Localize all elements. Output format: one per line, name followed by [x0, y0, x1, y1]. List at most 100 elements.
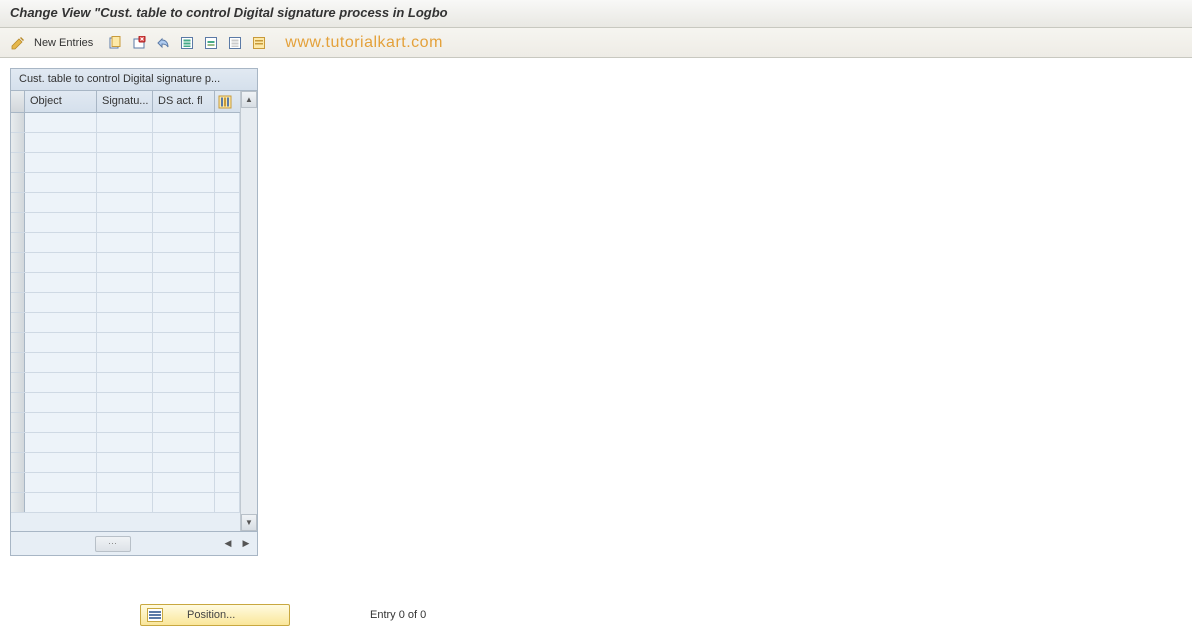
configuration-icon[interactable] — [249, 33, 269, 53]
column-header-object[interactable]: Object — [25, 91, 97, 112]
cell-ds-act[interactable] — [153, 453, 215, 472]
cell-signature[interactable] — [97, 333, 153, 352]
cell-object[interactable] — [25, 133, 97, 152]
deselect-all-icon[interactable] — [225, 33, 245, 53]
row-selector[interactable] — [11, 173, 25, 192]
cell-ds-act[interactable] — [153, 193, 215, 212]
vertical-scrollbar[interactable]: ▲ ▼ — [240, 91, 257, 531]
cell-ds-act[interactable] — [153, 433, 215, 452]
cell-signature[interactable] — [97, 293, 153, 312]
row-selector[interactable] — [11, 333, 25, 352]
row-selector[interactable] — [11, 133, 25, 152]
table-settings-icon[interactable] — [215, 91, 235, 112]
table-resize-handle[interactable]: ⋯ — [95, 536, 131, 552]
cell-signature[interactable] — [97, 313, 153, 332]
row-selector[interactable] — [11, 273, 25, 292]
cell-ds-act[interactable] — [153, 113, 215, 132]
cell-object[interactable] — [25, 493, 97, 512]
cell-ds-act[interactable] — [153, 473, 215, 492]
cell-object[interactable] — [25, 333, 97, 352]
cell-signature[interactable] — [97, 233, 153, 252]
new-entries-button[interactable]: New Entries — [32, 35, 101, 51]
cell-signature[interactable] — [97, 453, 153, 472]
scroll-left-button[interactable]: ◀ — [221, 537, 235, 551]
cell-signature[interactable] — [97, 413, 153, 432]
cell-object[interactable] — [25, 213, 97, 232]
cell-ds-act[interactable] — [153, 213, 215, 232]
row-selector[interactable] — [11, 493, 25, 512]
row-selector[interactable] — [11, 433, 25, 452]
cell-object[interactable] — [25, 273, 97, 292]
row-selector[interactable] — [11, 393, 25, 412]
cell-ds-act[interactable] — [153, 313, 215, 332]
cell-ds-act[interactable] — [153, 293, 215, 312]
cell-signature[interactable] — [97, 193, 153, 212]
cell-ds-act[interactable] — [153, 493, 215, 512]
row-selector[interactable] — [11, 373, 25, 392]
row-selector[interactable] — [11, 193, 25, 212]
cell-ds-act[interactable] — [153, 233, 215, 252]
row-selector[interactable] — [11, 233, 25, 252]
column-header-ds-act[interactable]: DS act. fl — [153, 91, 215, 112]
cell-object[interactable] — [25, 453, 97, 472]
cell-signature[interactable] — [97, 253, 153, 272]
row-selector[interactable] — [11, 213, 25, 232]
change-display-icon[interactable] — [8, 33, 28, 53]
cell-object[interactable] — [25, 193, 97, 212]
select-block-icon[interactable] — [201, 33, 221, 53]
cell-ds-act[interactable] — [153, 353, 215, 372]
row-selector[interactable] — [11, 453, 25, 472]
copy-as-icon[interactable] — [105, 33, 125, 53]
cell-object[interactable] — [25, 473, 97, 492]
select-all-icon[interactable] — [177, 33, 197, 53]
scroll-up-button[interactable]: ▲ — [241, 91, 257, 108]
row-selector[interactable] — [11, 313, 25, 332]
row-selector[interactable] — [11, 353, 25, 372]
scroll-down-button[interactable]: ▼ — [241, 514, 257, 531]
scroll-right-button[interactable]: ▶ — [239, 537, 253, 551]
cell-object[interactable] — [25, 313, 97, 332]
cell-object[interactable] — [25, 373, 97, 392]
select-all-column-header[interactable] — [11, 91, 25, 112]
row-selector[interactable] — [11, 293, 25, 312]
cell-signature[interactable] — [97, 433, 153, 452]
cell-ds-act[interactable] — [153, 133, 215, 152]
cell-signature[interactable] — [97, 493, 153, 512]
cell-object[interactable] — [25, 173, 97, 192]
row-selector[interactable] — [11, 253, 25, 272]
cell-ds-act[interactable] — [153, 273, 215, 292]
cell-object[interactable] — [25, 153, 97, 172]
delete-icon[interactable] — [129, 33, 149, 53]
cell-signature[interactable] — [97, 133, 153, 152]
row-selector[interactable] — [11, 473, 25, 492]
row-selector[interactable] — [11, 113, 25, 132]
cell-object[interactable] — [25, 253, 97, 272]
cell-signature[interactable] — [97, 113, 153, 132]
cell-ds-act[interactable] — [153, 333, 215, 352]
cell-ds-act[interactable] — [153, 373, 215, 392]
cell-ds-act[interactable] — [153, 253, 215, 272]
cell-signature[interactable] — [97, 353, 153, 372]
cell-ds-act[interactable] — [153, 413, 215, 432]
cell-object[interactable] — [25, 113, 97, 132]
cell-signature[interactable] — [97, 473, 153, 492]
undo-change-icon[interactable] — [153, 33, 173, 53]
cell-object[interactable] — [25, 293, 97, 312]
cell-object[interactable] — [25, 393, 97, 412]
cell-signature[interactable] — [97, 173, 153, 192]
row-selector[interactable] — [11, 153, 25, 172]
cell-signature[interactable] — [97, 393, 153, 412]
row-selector[interactable] — [11, 413, 25, 432]
cell-signature[interactable] — [97, 373, 153, 392]
column-header-signature[interactable]: Signatu... — [97, 91, 153, 112]
cell-signature[interactable] — [97, 153, 153, 172]
cell-signature[interactable] — [97, 273, 153, 292]
cell-object[interactable] — [25, 433, 97, 452]
cell-object[interactable] — [25, 233, 97, 252]
cell-ds-act[interactable] — [153, 153, 215, 172]
cell-ds-act[interactable] — [153, 173, 215, 192]
position-button[interactable]: Position... — [140, 604, 290, 626]
cell-object[interactable] — [25, 413, 97, 432]
cell-signature[interactable] — [97, 213, 153, 232]
cell-ds-act[interactable] — [153, 393, 215, 412]
